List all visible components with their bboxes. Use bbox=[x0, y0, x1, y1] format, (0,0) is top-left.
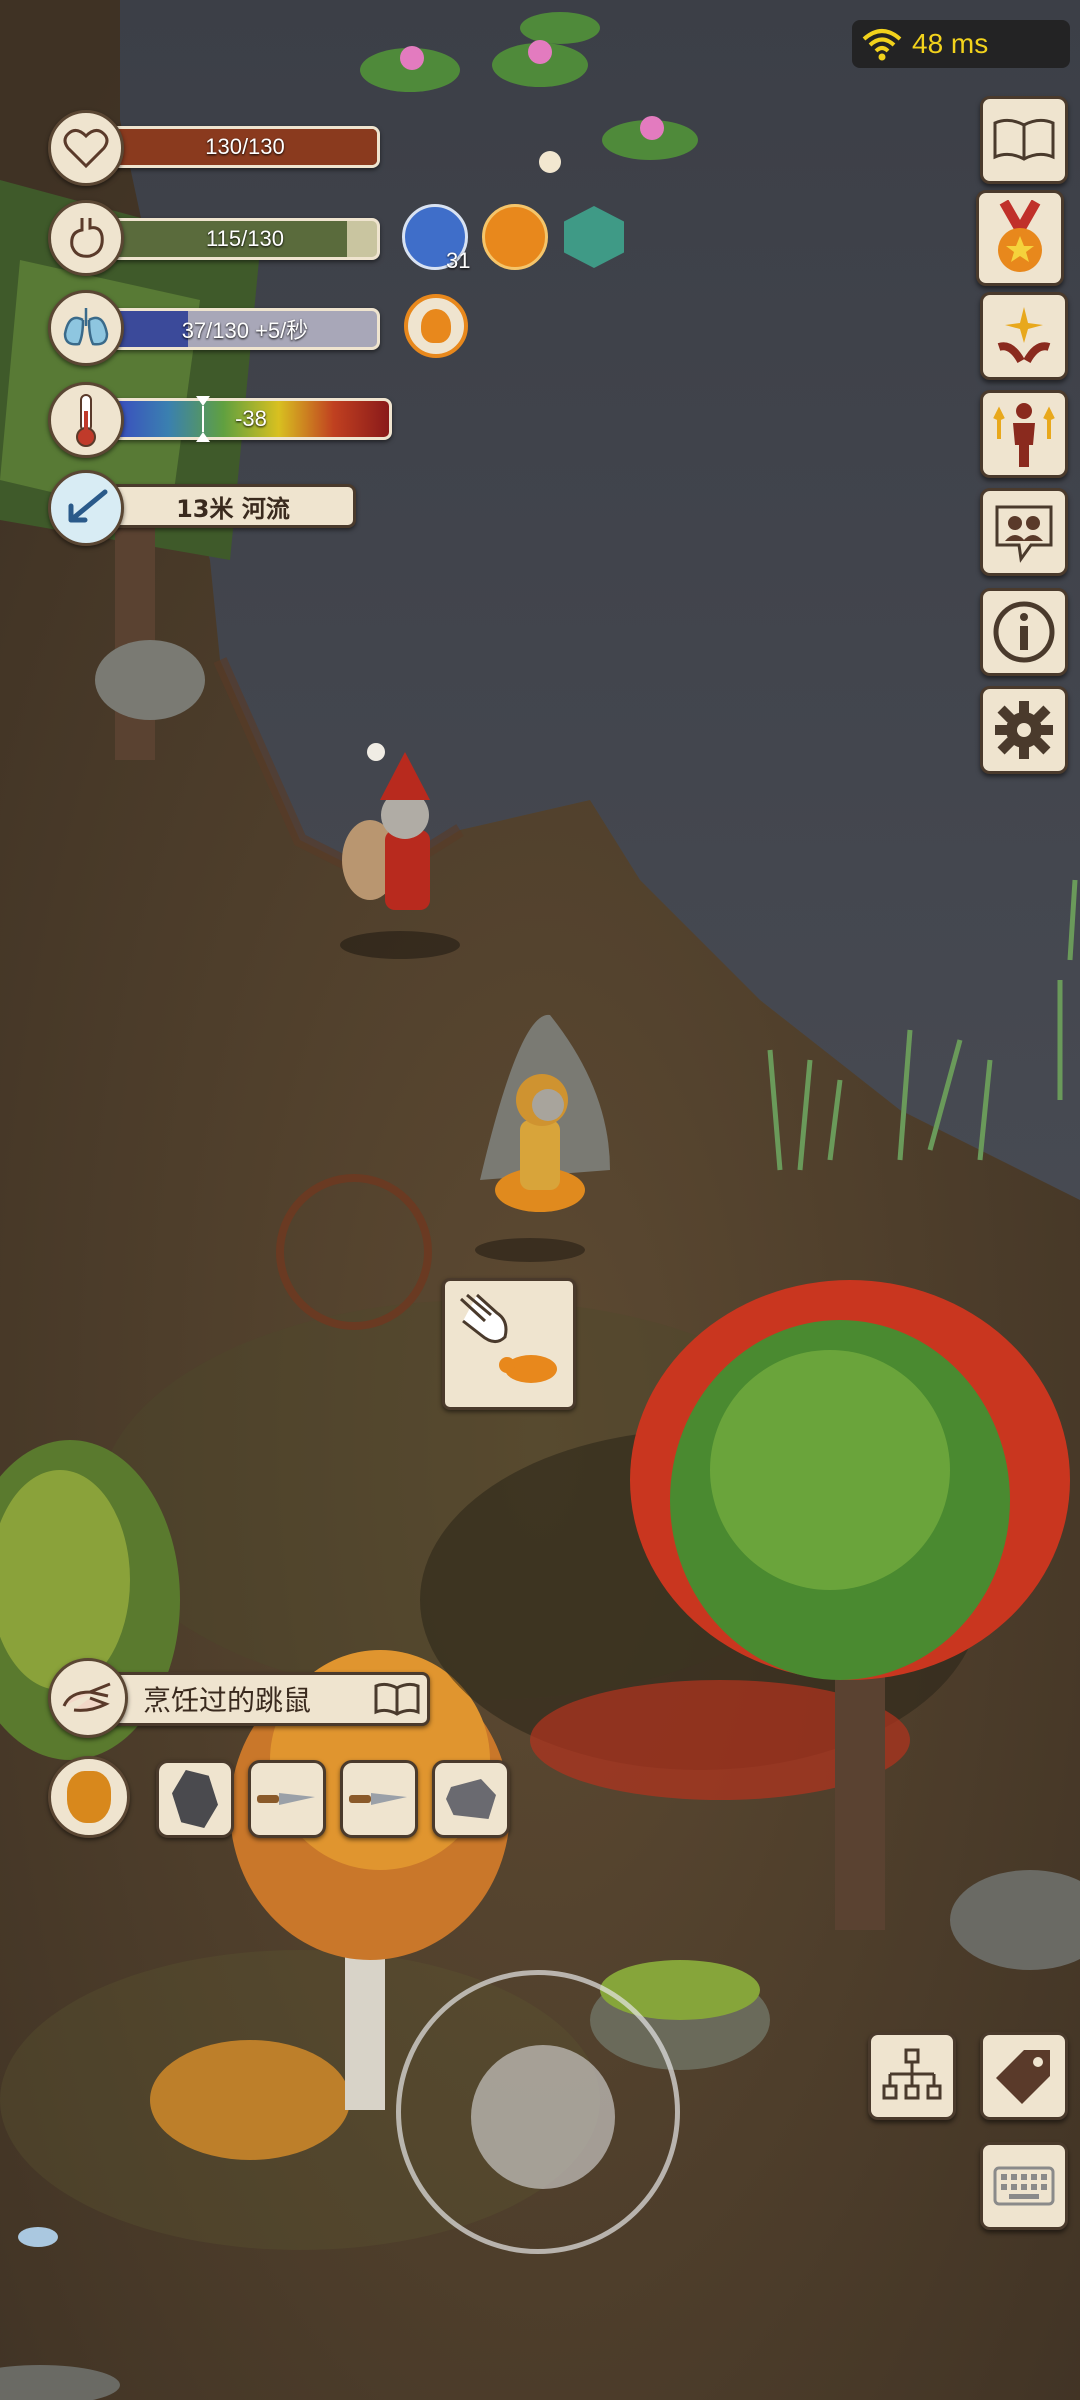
keyboard-button[interactable] bbox=[980, 2142, 1068, 2230]
inventory-slot-1[interactable] bbox=[156, 1760, 234, 1838]
interact-popup[interactable] bbox=[442, 1278, 576, 1410]
inventory-slot-3[interactable] bbox=[340, 1760, 418, 1838]
character-button[interactable] bbox=[980, 390, 1068, 478]
skills-icon bbox=[997, 307, 1051, 364]
inventory-slot-2[interactable] bbox=[248, 1760, 326, 1838]
health-bar: 130/130 bbox=[110, 126, 380, 168]
direction-label: 13米 河流 bbox=[110, 484, 356, 528]
lungs-icon bbox=[48, 290, 124, 366]
temperature-marker bbox=[196, 396, 210, 442]
thermometer-icon bbox=[48, 382, 124, 458]
tech-tree-button[interactable] bbox=[868, 2032, 956, 2120]
stomach-icon bbox=[48, 200, 124, 276]
buff-count: 31 bbox=[446, 248, 471, 273]
hunger-value: 115/130 bbox=[206, 226, 284, 251]
direction-text: 13米 河流 bbox=[176, 494, 290, 523]
book-icon bbox=[374, 1682, 420, 1716]
chat-button[interactable] bbox=[980, 488, 1068, 576]
held-item-book-button[interactable] bbox=[372, 1682, 422, 1716]
fire-buff-icon[interactable] bbox=[404, 294, 468, 358]
tag-button[interactable] bbox=[980, 2032, 1068, 2120]
buff-icons: 31 bbox=[402, 200, 632, 276]
chat-icon bbox=[995, 505, 1053, 563]
held-item-name: 烹饪过的跳鼠 bbox=[143, 1684, 312, 1717]
skills-button[interactable] bbox=[980, 292, 1068, 380]
tag-icon bbox=[996, 2050, 1050, 2104]
knife-icon bbox=[349, 1793, 407, 1805]
oxygen-bar: 37/130 +5/秒 bbox=[110, 308, 380, 350]
achievements-button[interactable] bbox=[976, 190, 1064, 286]
full-stomach-buff-icon[interactable] bbox=[482, 204, 548, 270]
heart-icon bbox=[48, 110, 124, 186]
digest-buff-icon[interactable] bbox=[564, 206, 624, 268]
temperature-value: -38 bbox=[235, 406, 267, 431]
hunger-bar: 115/130 bbox=[110, 218, 380, 260]
cooked-jerboa-icon bbox=[67, 1771, 111, 1823]
backpack-slot[interactable] bbox=[48, 1756, 130, 1838]
temperature-bar: -38 bbox=[110, 398, 392, 440]
character-icon bbox=[993, 403, 1055, 467]
medal-icon bbox=[998, 200, 1042, 272]
settings-button[interactable] bbox=[980, 686, 1068, 774]
knife-icon bbox=[257, 1793, 315, 1805]
keyboard-icon bbox=[993, 2166, 1055, 2206]
flint-stone-icon bbox=[172, 1770, 218, 1828]
compass-icon[interactable] bbox=[48, 470, 124, 546]
hand-icon bbox=[459, 1293, 508, 1343]
wifi-icon bbox=[862, 29, 902, 61]
hand-icon bbox=[48, 1658, 128, 1738]
ping-value: 48 ms bbox=[912, 28, 989, 59]
network-status: 48 ms bbox=[852, 20, 1070, 68]
movement-joystick[interactable] bbox=[396, 1970, 680, 2254]
tech-tree-icon bbox=[882, 2048, 942, 2100]
info-icon bbox=[993, 601, 1055, 663]
book-icon bbox=[993, 118, 1055, 161]
stone-icon bbox=[446, 1779, 496, 1819]
gear-icon bbox=[995, 701, 1053, 759]
joystick-knob[interactable] bbox=[471, 2045, 615, 2189]
info-button[interactable] bbox=[980, 588, 1068, 676]
recipe-book-button[interactable] bbox=[980, 96, 1068, 184]
oxygen-value: 37/130 +5/秒 bbox=[181, 318, 309, 343]
health-value: 130/130 bbox=[205, 134, 285, 159]
inventory-slot-4[interactable] bbox=[432, 1760, 510, 1838]
cooked-jerboa-icon bbox=[499, 1355, 557, 1383]
